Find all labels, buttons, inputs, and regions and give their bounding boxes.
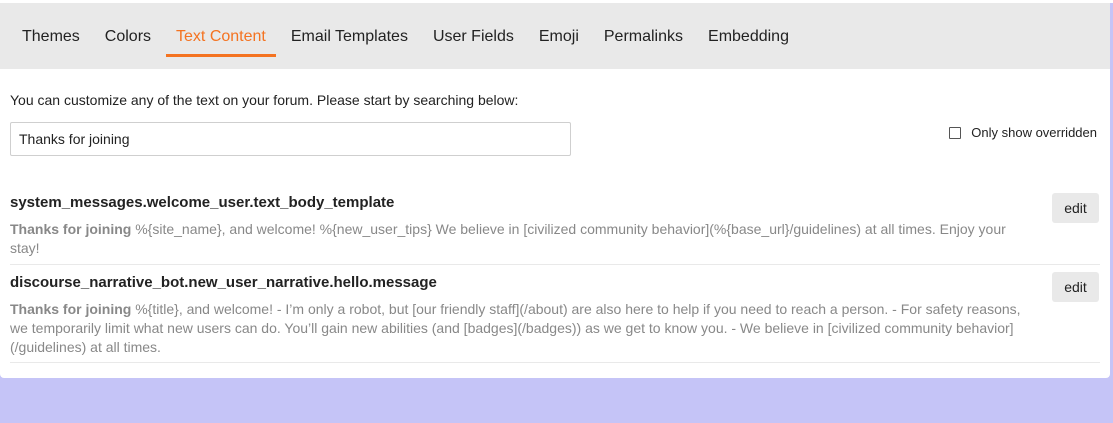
tab-colors[interactable]: Colors: [95, 3, 161, 57]
search-results: system_messages.welcome_user.text_body_t…: [10, 185, 1100, 363]
result-value: Thanks for joining %{title}, and welcome…: [10, 300, 1030, 357]
tab-permalinks[interactable]: Permalinks: [594, 3, 693, 57]
tab-themes[interactable]: Themes: [12, 3, 90, 57]
edit-button[interactable]: edit: [1052, 272, 1099, 302]
admin-customize-nav: Themes Colors Text Content Email Templat…: [0, 3, 1110, 69]
intro-text: You can customize any of the text on you…: [10, 92, 519, 108]
match-highlight: Thanks for joining: [10, 221, 132, 237]
nav-tabs: Themes Colors Text Content Email Templat…: [0, 3, 1110, 69]
tab-embedding[interactable]: Embedding: [698, 3, 799, 57]
result-value-text: %{site_name}, and welcome! %{new_user_ti…: [10, 221, 1006, 256]
tab-email-templates[interactable]: Email Templates: [281, 3, 418, 57]
search-input[interactable]: [10, 122, 571, 156]
result-key: system_messages.welcome_user.text_body_t…: [10, 194, 395, 211]
only-show-overridden-label: Only show overridden: [971, 125, 1097, 140]
result-key: discourse_narrative_bot.new_user_narrati…: [10, 274, 437, 291]
tab-emoji[interactable]: Emoji: [529, 3, 589, 57]
result-value-text: %{title}, and welcome! - I’m only a robo…: [10, 301, 1021, 355]
result-value: Thanks for joining %{site_name}, and wel…: [10, 220, 1030, 258]
edit-button[interactable]: edit: [1052, 193, 1099, 223]
result-item: discourse_narrative_bot.new_user_narrati…: [10, 265, 1100, 363]
checkbox[interactable]: [949, 126, 962, 139]
customize-page: Themes Colors Text Content Email Templat…: [0, 0, 1110, 378]
only-show-overridden-toggle[interactable]: Only show overridden: [949, 125, 1097, 140]
result-item: system_messages.welcome_user.text_body_t…: [10, 185, 1100, 265]
tab-user-fields[interactable]: User Fields: [423, 3, 524, 57]
match-highlight: Thanks for joining: [10, 301, 132, 317]
tab-text-content[interactable]: Text Content: [166, 3, 276, 57]
